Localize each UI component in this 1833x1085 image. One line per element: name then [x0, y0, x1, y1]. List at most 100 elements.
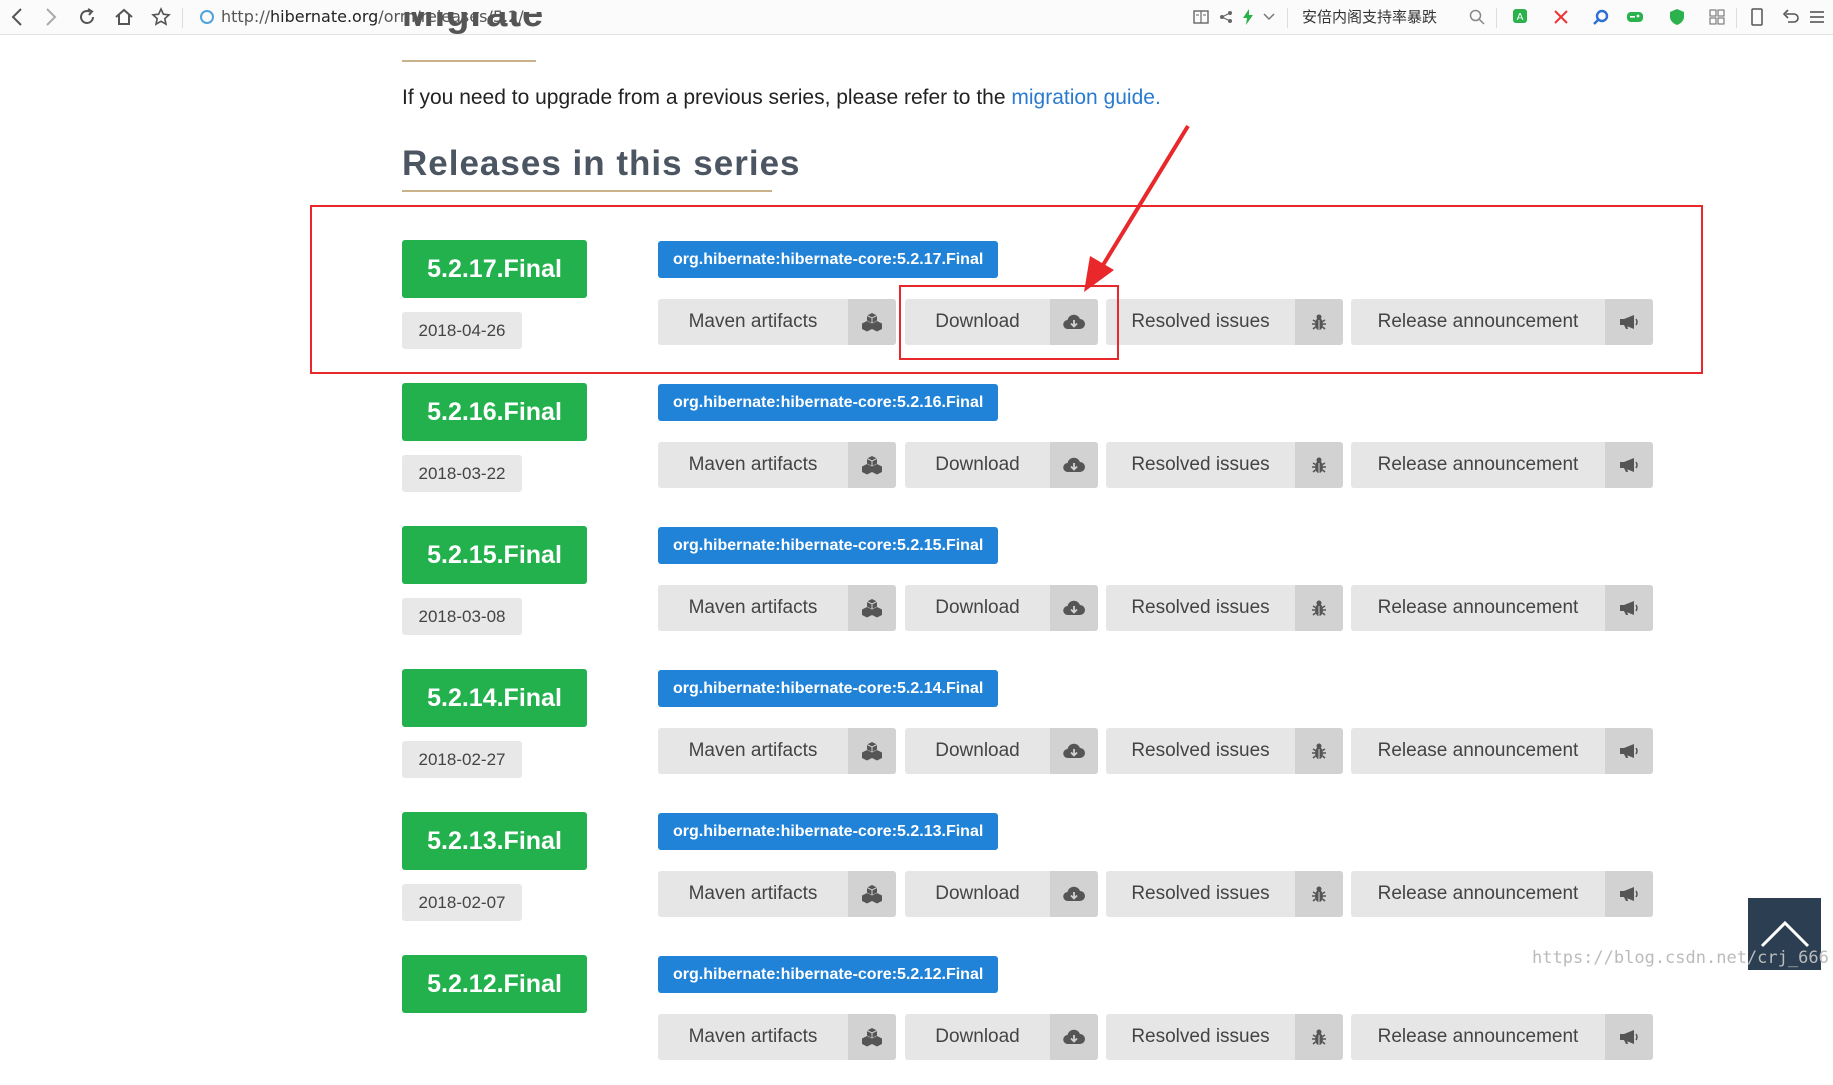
- share-icon[interactable]: [1215, 6, 1237, 28]
- button-label: Release announcement: [1377, 883, 1579, 904]
- resolved-issues-button[interactable]: Resolved issues: [1106, 442, 1343, 488]
- maven-artifacts-button[interactable]: Maven artifacts: [658, 728, 896, 774]
- cloud-download-icon: [1050, 585, 1098, 631]
- bookmark-star-icon[interactable]: [150, 6, 172, 28]
- release-announcement-button[interactable]: Release announcement: [1351, 728, 1653, 774]
- cloud-download-icon: [1050, 442, 1098, 488]
- browser-toolbar: http://hibernate.org/orm/releases/5.2/ 安…: [0, 0, 1833, 35]
- migration-guide-link[interactable]: migration guide.: [1011, 86, 1160, 109]
- magnifier-extension-icon[interactable]: [1590, 6, 1612, 28]
- version-badge[interactable]: 5.2.16.Final: [402, 383, 587, 441]
- migrate-heading: Migrate: [402, 12, 545, 35]
- version-badge[interactable]: 5.2.13.Final: [402, 812, 587, 870]
- release-announcement-button[interactable]: Release announcement: [1351, 442, 1653, 488]
- resolved-issues-button[interactable]: Resolved issues: [1106, 871, 1343, 917]
- resolved-issues-button[interactable]: Resolved issues: [1106, 1014, 1343, 1060]
- heading-underline: [402, 190, 772, 192]
- button-label: Release announcement: [1377, 597, 1579, 618]
- undo-icon[interactable]: [1780, 6, 1802, 28]
- maven-coordinate-badge[interactable]: org.hibernate:hibernate-core:5.2.13.Fina…: [658, 813, 999, 850]
- release-date-badge: 2018-02-07: [402, 884, 522, 921]
- scissors-icon[interactable]: [1550, 6, 1572, 28]
- button-label: Download: [935, 1026, 1020, 1047]
- resolved-issues-button[interactable]: Resolved issues: [1106, 728, 1343, 774]
- bug-icon: [1295, 871, 1343, 917]
- address-bar[interactable]: http://hibernate.org/orm/releases/5.2/: [188, 5, 1168, 29]
- chevron-down-icon[interactable]: [1258, 6, 1280, 28]
- arrow-annotation: [1084, 124, 1190, 292]
- intro-text: If you need to upgrade from a previous s…: [402, 86, 1012, 109]
- megaphone-icon: [1605, 1014, 1653, 1060]
- bug-icon: [1295, 585, 1343, 631]
- resolved-issues-button[interactable]: Resolved issues: [1106, 585, 1343, 631]
- reader-mode-icon[interactable]: [1190, 6, 1212, 28]
- bug-icon: [1295, 1014, 1343, 1060]
- cloud-download-icon: [1050, 871, 1098, 917]
- gamepad-icon[interactable]: [1624, 6, 1646, 28]
- release-date-badge: 2018-03-08: [402, 598, 522, 635]
- maven-coordinate-badge[interactable]: org.hibernate:hibernate-core:5.2.16.Fina…: [658, 384, 999, 421]
- forward-icon[interactable]: [40, 6, 62, 28]
- download-button[interactable]: Download: [905, 1014, 1098, 1060]
- bug-icon: [1295, 442, 1343, 488]
- button-label: Resolved issues: [1131, 740, 1270, 761]
- button-label: Download: [935, 883, 1020, 904]
- download-highlight-annotation: [899, 285, 1119, 360]
- maven-coordinate-badge[interactable]: org.hibernate:hibernate-core:5.2.14.Fina…: [658, 670, 999, 707]
- release-row: 5.2.12.Final org.hibernate:hibernate-core…: [402, 955, 1662, 1085]
- megaphone-icon: [1605, 585, 1653, 631]
- version-badge[interactable]: 5.2.12.Final: [402, 955, 587, 1013]
- button-label: Maven artifacts: [688, 454, 818, 475]
- cubes-icon: [848, 442, 896, 488]
- cloud-download-icon: [1050, 728, 1098, 774]
- cubes-icon: [848, 1014, 896, 1060]
- maven-artifacts-button[interactable]: Maven artifacts: [658, 1014, 896, 1060]
- menu-icon[interactable]: [1806, 6, 1828, 28]
- button-label: Resolved issues: [1131, 454, 1270, 475]
- heading-underline: [402, 60, 536, 62]
- shield-icon[interactable]: [1666, 6, 1688, 28]
- tablet-icon[interactable]: [1746, 6, 1768, 28]
- release-row: 5.2.16.Final 2018-03-22 org.hibernate:hibe…: [402, 383, 1662, 513]
- lightning-icon[interactable]: [1237, 6, 1259, 28]
- svg-text:A: A: [1517, 12, 1524, 23]
- maven-artifacts-button[interactable]: Maven artifacts: [658, 585, 896, 631]
- download-button[interactable]: Download: [905, 728, 1098, 774]
- download-button[interactable]: Download: [905, 585, 1098, 631]
- release-announcement-button[interactable]: Release announcement: [1351, 1014, 1653, 1060]
- apps-grid-icon[interactable]: [1706, 6, 1728, 28]
- reload-icon[interactable]: [76, 6, 98, 28]
- button-label: Resolved issues: [1131, 597, 1270, 618]
- download-button[interactable]: Download: [905, 871, 1098, 917]
- release-announcement-button[interactable]: Release announcement: [1351, 871, 1653, 917]
- release-row: 5.2.15.Final 2018-03-08 org.hibernate:hibe…: [402, 526, 1662, 656]
- search-icon[interactable]: [1466, 6, 1488, 28]
- button-label: Resolved issues: [1131, 1026, 1270, 1047]
- button-label: Maven artifacts: [688, 883, 818, 904]
- button-label: Maven artifacts: [688, 1026, 818, 1047]
- release-date-badge: 2018-02-27: [402, 741, 522, 778]
- release-announcement-button[interactable]: Release announcement: [1351, 585, 1653, 631]
- bug-icon: [1295, 728, 1343, 774]
- version-badge[interactable]: 5.2.14.Final: [402, 669, 587, 727]
- intro-paragraph: If you need to upgrade from a previous s…: [402, 86, 1161, 110]
- button-label: Download: [935, 454, 1020, 475]
- maven-coordinate-badge[interactable]: org.hibernate:hibernate-core:5.2.15.Fina…: [658, 527, 999, 564]
- button-label: Download: [935, 740, 1020, 761]
- back-icon[interactable]: [6, 6, 28, 28]
- megaphone-icon: [1605, 728, 1653, 774]
- home-icon[interactable]: [113, 6, 135, 28]
- button-label: Release announcement: [1377, 740, 1579, 761]
- site-icon: [200, 10, 214, 24]
- translate-extension-icon[interactable]: A: [1510, 6, 1532, 28]
- maven-artifacts-button[interactable]: Maven artifacts: [658, 442, 896, 488]
- maven-artifacts-button[interactable]: Maven artifacts: [658, 871, 896, 917]
- chevron-up-icon: [1760, 920, 1809, 948]
- button-label: Maven artifacts: [688, 740, 818, 761]
- cloud-download-icon: [1050, 1014, 1098, 1060]
- download-button[interactable]: Download: [905, 442, 1098, 488]
- news-ticker[interactable]: 安倍内阁支持率暴跌: [1302, 6, 1437, 27]
- maven-coordinate-badge[interactable]: org.hibernate:hibernate-core:5.2.12.Fina…: [658, 956, 999, 993]
- megaphone-icon: [1605, 871, 1653, 917]
- version-badge[interactable]: 5.2.15.Final: [402, 526, 587, 584]
